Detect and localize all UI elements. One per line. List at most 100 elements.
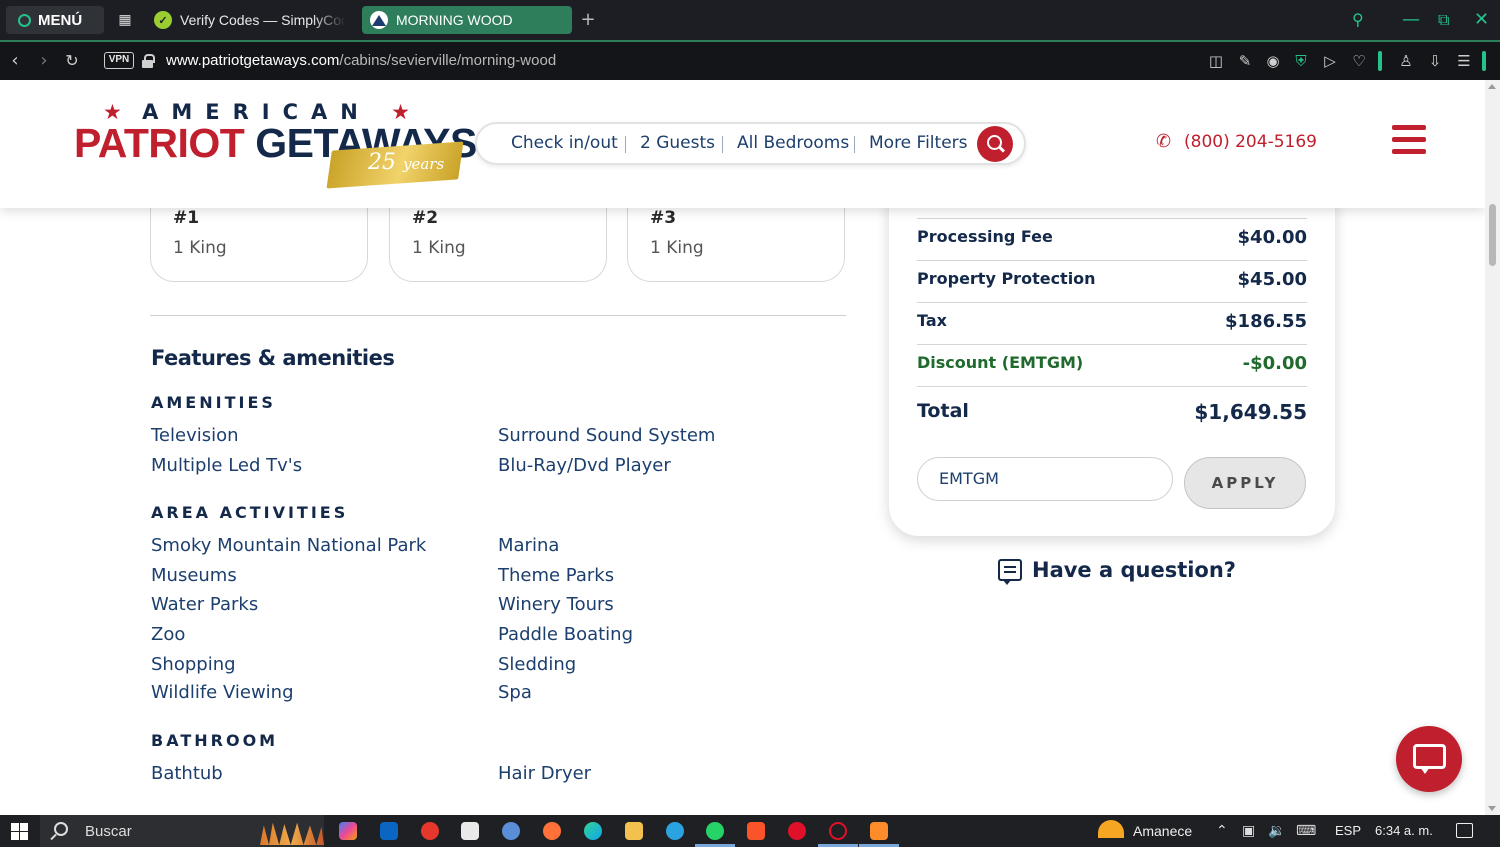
file-explorer-icon[interactable]	[625, 822, 643, 840]
section-divider	[150, 315, 846, 316]
amenity-item: Television	[151, 425, 239, 446]
activity-item: Theme Parks	[498, 565, 615, 586]
reader-mode-icon[interactable]: ◫	[1206, 51, 1226, 71]
close-icon[interactable]: ✕	[1474, 6, 1489, 34]
more-filters-field[interactable]: More Filters	[869, 133, 968, 153]
search-separator	[625, 136, 626, 153]
have-a-question-link[interactable]: Have a question?	[998, 558, 1236, 585]
check-in-out-field[interactable]: Check in/out	[511, 133, 618, 153]
opera-app-icon[interactable]	[788, 822, 806, 840]
tab-title: Verify Codes — SimplyCodes	[180, 12, 346, 28]
shield-adblock-icon[interactable]: ⛨	[1291, 51, 1311, 71]
clock[interactable]: 6:34 a. m.	[1375, 823, 1433, 838]
browser-menu-button[interactable]: MENÚ	[6, 6, 104, 34]
phone-icon: ✆	[1156, 131, 1172, 152]
brave-app-icon[interactable]	[747, 822, 765, 840]
bedroom-bed-type: 1 King	[412, 238, 466, 258]
notifications-icon[interactable]	[1456, 823, 1473, 838]
scroll-down-icon[interactable]	[1488, 806, 1496, 811]
taskbar-search-box[interactable]: Buscar	[40, 815, 324, 847]
network-app-icon[interactable]	[502, 822, 520, 840]
network-icon[interactable]: ▣	[1242, 822, 1255, 840]
reload-icon[interactable]: ↻	[62, 51, 82, 71]
anniversary-word: years	[403, 155, 445, 173]
account-icon[interactable]: ♙	[1396, 51, 1416, 71]
outlook-app-icon[interactable]	[380, 822, 398, 840]
search-submit-button[interactable]	[977, 126, 1013, 162]
forward-icon[interactable]: ›	[34, 51, 54, 71]
tab-morning-wood[interactable]: MORNING WOOD	[362, 6, 572, 34]
anniversary-number: 25	[368, 150, 396, 175]
promo-code-input[interactable]: EMTGM	[917, 457, 1173, 501]
edge-app-icon[interactable]	[584, 822, 602, 840]
send-icon[interactable]: ▷	[1320, 51, 1340, 71]
question-label: Have a question?	[1032, 558, 1236, 582]
easy-setup-icon[interactable]: ☰	[1454, 51, 1474, 71]
app-icon-orange[interactable]	[870, 822, 888, 840]
bedrooms-field[interactable]: All Bedrooms	[737, 133, 849, 153]
price-row-discount: Discount (EMTGM) -$0.00	[917, 353, 1307, 374]
favorites-heart-icon[interactable]: ♡	[1349, 51, 1369, 71]
search-icon	[54, 822, 68, 836]
activity-item: Wildlife Viewing	[151, 682, 294, 703]
apply-promo-button[interactable]: APPLY	[1184, 457, 1306, 509]
bedroom-bed-type: 1 King	[173, 238, 227, 258]
restore-icon[interactable]: ⧉	[1438, 6, 1449, 34]
page-scrollbar[interactable]	[1485, 80, 1500, 815]
price-row-total: Total $1,649.55	[917, 400, 1307, 424]
minimize-icon[interactable]: —	[1402, 6, 1420, 34]
weather-sunrise-icon[interactable]	[1098, 820, 1124, 838]
new-tab-button[interactable]: +	[578, 10, 598, 30]
windows-start-icon[interactable]	[11, 823, 28, 840]
opera-gx-app-icon[interactable]	[829, 822, 847, 840]
edit-share-icon[interactable]: ✎	[1235, 51, 1255, 71]
price-value: $40.00	[1237, 227, 1307, 248]
chat-bubble-icon	[1413, 744, 1446, 769]
windows-taskbar: Buscar Amanece ⌃ ▣ 🔉 ⌨ ESP 6:34 a. m.	[0, 815, 1500, 847]
url-host: www.patriotgetaways.com	[166, 52, 340, 69]
scrollbar-thumb[interactable]	[1489, 204, 1496, 266]
tab-title: MORNING WOOD	[396, 12, 513, 28]
tab-verify-codes[interactable]: ✓ Verify Codes — SimplyCodes	[146, 6, 352, 34]
price-summary-panel: Processing Fee $40.00 Property Protectio…	[889, 160, 1335, 536]
live-chat-button[interactable]	[1396, 726, 1462, 792]
url-field[interactable]: www.patriotgetaways.com/cabins/seviervil…	[166, 52, 556, 69]
row-divider	[917, 344, 1307, 345]
downloads-icon[interactable]: ⇩	[1425, 51, 1445, 71]
copilot-app-icon[interactable]	[339, 822, 357, 840]
telegram-app-icon[interactable]	[666, 822, 684, 840]
tab-snapshot-icon[interactable]: ▦	[115, 10, 135, 30]
activity-item: Zoo	[151, 624, 186, 645]
price-label: Property Protection	[917, 269, 1096, 288]
opera-logo-icon	[18, 13, 31, 27]
row-divider	[917, 260, 1307, 261]
activity-item: Shopping	[151, 654, 236, 675]
vpn-badge[interactable]: VPN	[104, 52, 134, 69]
bathroom-item: Bathtub	[151, 763, 223, 784]
phone-link[interactable]: ✆ (800) 204-5169	[1156, 132, 1317, 152]
activity-item: Smoky Mountain National Park	[151, 535, 427, 556]
price-row-property-protection: Property Protection $45.00	[917, 269, 1307, 290]
language-indicator[interactable]: ESP	[1335, 823, 1361, 838]
bathroom-heading: BATHROOM	[151, 731, 279, 750]
keyboard-icon[interactable]: ⌨	[1296, 822, 1316, 840]
price-label: Discount (EMTGM)	[917, 353, 1084, 372]
guests-field[interactable]: 2 Guests	[640, 133, 715, 153]
weather-label[interactable]: Amanece	[1133, 823, 1192, 839]
camera-snapshot-icon[interactable]: ◉	[1263, 51, 1283, 71]
bathroom-item: Hair Dryer	[498, 763, 592, 784]
show-hidden-icons-icon[interactable]: ⌃	[1216, 822, 1228, 840]
hamburger-menu-icon[interactable]	[1392, 125, 1426, 155]
lock-icon[interactable]	[142, 54, 155, 68]
total-label: Total	[917, 400, 969, 422]
bedroom-number: #3	[650, 208, 677, 228]
scroll-up-icon[interactable]	[1488, 84, 1496, 89]
firefox-app-icon[interactable]	[543, 822, 561, 840]
back-icon[interactable]: ‹	[5, 51, 25, 71]
search-tabs-icon[interactable]: ⚲	[1352, 6, 1364, 34]
app-icon-red[interactable]	[421, 822, 439, 840]
sidebar-indicator	[1378, 51, 1382, 71]
store-app-icon[interactable]	[461, 822, 479, 840]
volume-icon[interactable]: 🔉	[1268, 822, 1285, 840]
whatsapp-app-icon[interactable]	[706, 822, 724, 840]
